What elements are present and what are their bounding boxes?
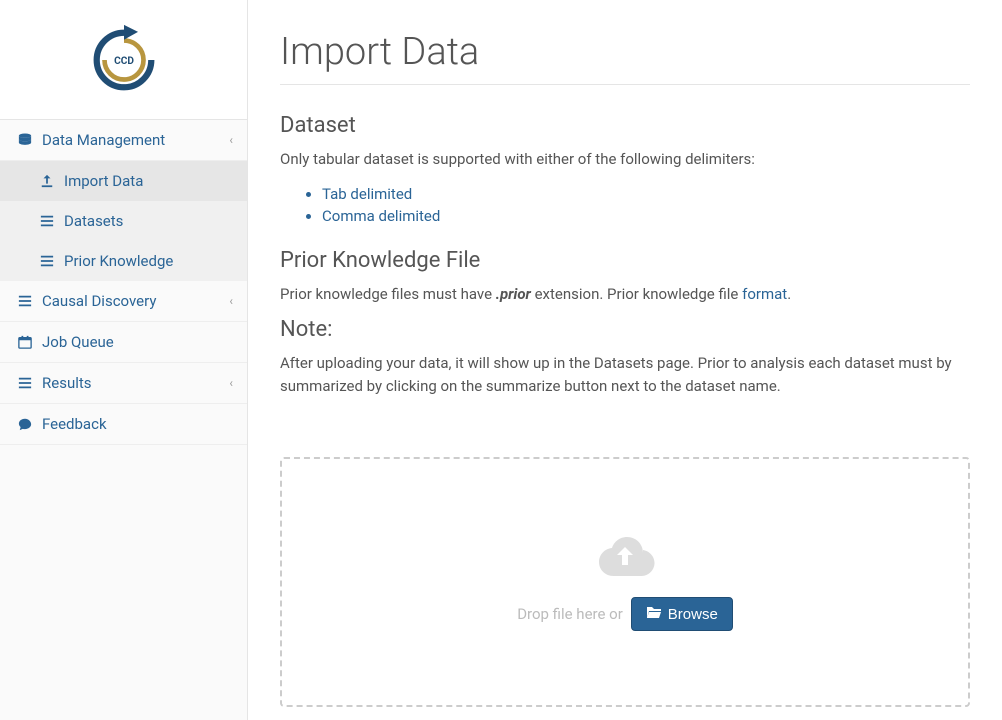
page-title: Import Data bbox=[280, 30, 970, 85]
delimiter-list: Tab delimited Comma delimited bbox=[280, 183, 970, 228]
format-link[interactable]: format bbox=[742, 285, 787, 303]
nav-sub-label: Prior Knowledge bbox=[64, 252, 173, 270]
dataset-text: Only tabular dataset is supported with e… bbox=[280, 148, 970, 171]
prior-ext: .prior bbox=[496, 285, 531, 303]
prior-heading: Prior Knowledge File bbox=[280, 248, 970, 273]
list-icon bbox=[16, 376, 34, 390]
nav-item-data-management[interactable]: Data Management ‹ bbox=[0, 120, 247, 161]
logo-area: CCD bbox=[0, 0, 247, 120]
nav-sub-label: Import Data bbox=[64, 172, 143, 190]
chevron-left-icon: ‹ bbox=[229, 294, 233, 308]
nav-sub-prior-knowledge[interactable]: Prior Knowledge bbox=[0, 241, 247, 281]
ccd-logo-icon: CCD bbox=[85, 21, 163, 99]
sliders-icon bbox=[16, 294, 34, 308]
svg-text:CCD: CCD bbox=[114, 55, 134, 66]
sidebar: CCD Data Management ‹ Import Data Datase… bbox=[0, 0, 248, 720]
folder-open-icon bbox=[646, 605, 662, 623]
note-text: After uploading your data, it will show … bbox=[280, 352, 970, 397]
nav-label: Results bbox=[42, 374, 92, 392]
list-icon bbox=[38, 214, 56, 228]
nav: Data Management ‹ Import Data Datasets bbox=[0, 120, 247, 445]
nav-item-job-queue[interactable]: Job Queue bbox=[0, 322, 247, 363]
nav-sub-import-data[interactable]: Import Data bbox=[0, 161, 247, 201]
nav-item-feedback[interactable]: Feedback bbox=[0, 404, 247, 445]
nav-label: Job Queue bbox=[42, 333, 114, 351]
nav-sub-datasets[interactable]: Datasets bbox=[0, 201, 247, 241]
chevron-left-icon: ‹ bbox=[229, 133, 233, 147]
upload-icon bbox=[38, 174, 56, 188]
drop-text: Drop file here or Browse bbox=[517, 597, 733, 631]
dataset-heading: Dataset bbox=[280, 113, 970, 138]
delimiter-tab[interactable]: Tab delimited bbox=[322, 183, 970, 206]
calendar-icon bbox=[16, 335, 34, 349]
nav-item-causal-discovery[interactable]: Causal Discovery ‹ bbox=[0, 281, 247, 322]
browse-button[interactable]: Browse bbox=[631, 597, 733, 631]
delimiter-comma[interactable]: Comma delimited bbox=[322, 205, 970, 228]
nav-label: Data Management bbox=[42, 131, 165, 149]
nav-item-results[interactable]: Results ‹ bbox=[0, 363, 247, 404]
chevron-left-icon: ‹ bbox=[229, 376, 233, 390]
note-heading: Note: bbox=[280, 317, 970, 342]
database-icon bbox=[16, 133, 34, 147]
comment-icon bbox=[16, 417, 34, 431]
nav-label: Causal Discovery bbox=[42, 292, 156, 310]
file-dropzone[interactable]: Drop file here or Browse bbox=[280, 457, 970, 707]
nav-label: Feedback bbox=[42, 415, 107, 433]
cloud-upload-icon bbox=[593, 533, 657, 585]
nav-sub-label: Datasets bbox=[64, 212, 123, 230]
main-content: Import Data Dataset Only tabular dataset… bbox=[248, 0, 1002, 720]
prior-text: Prior knowledge files must have .prior e… bbox=[280, 283, 970, 306]
list-icon bbox=[38, 254, 56, 268]
nav-sub-data-management: Import Data Datasets Prior Knowledge bbox=[0, 161, 247, 281]
